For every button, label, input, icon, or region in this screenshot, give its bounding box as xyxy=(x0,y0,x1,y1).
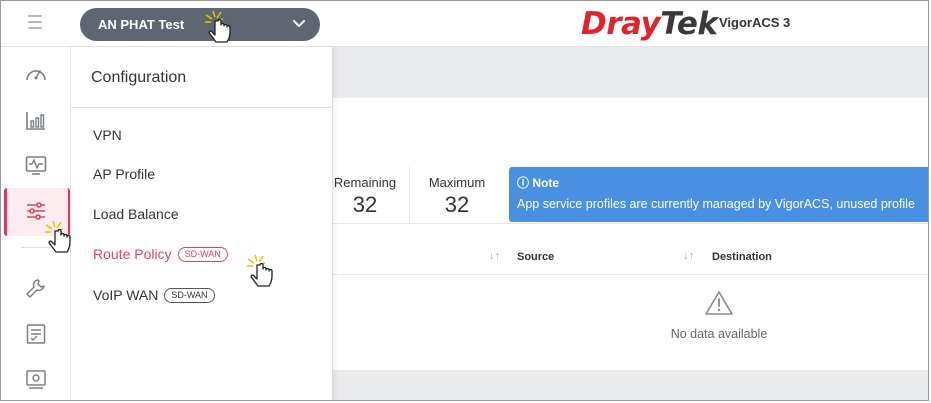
configuration-menu: Configuration VPN AP Profile Load Balanc… xyxy=(71,47,333,400)
hand-cursor-icon xyxy=(45,220,71,253)
menu-item-voip-wan[interactable]: VoIP WAN SD-WAN xyxy=(93,287,215,303)
site-select-label: AN PHAT Test xyxy=(98,17,185,32)
monitor-icon[interactable] xyxy=(24,153,48,177)
warning-icon xyxy=(705,291,733,315)
wrench-icon[interactable] xyxy=(24,277,48,301)
top-bar: AN PHAT Test DrayTek VigorACS 3 xyxy=(1,1,928,47)
stat-remaining: Remaining 32 xyxy=(333,167,397,218)
stat-maximum-value: 32 xyxy=(444,192,470,217)
table-header: ↓↑ Source ↓↑ Destination xyxy=(333,239,928,275)
checklist-icon[interactable] xyxy=(24,322,48,346)
stat-remaining-value: 32 xyxy=(352,192,378,217)
chevron-down-icon xyxy=(293,20,305,27)
menu-item-vpn[interactable]: VPN xyxy=(93,127,122,143)
settings-panel-icon[interactable] xyxy=(24,367,48,391)
dashboard-icon[interactable] xyxy=(24,63,48,87)
note-banner: ⓘ Note App service profiles are currentl… xyxy=(509,167,928,222)
sort-icon[interactable]: ↓↑ xyxy=(489,250,500,262)
stat-maximum: Maximum 32 xyxy=(419,167,495,218)
site-select-dropdown[interactable]: AN PHAT Test xyxy=(80,8,320,41)
main-content-card: Remaining 32 Maximum 32 ⓘ Note App servi… xyxy=(333,98,928,370)
note-text: App service profiles are currently manag… xyxy=(517,197,915,211)
hand-cursor-icon xyxy=(247,254,273,287)
draytek-logo: DrayTek xyxy=(581,6,718,42)
menu-item-load-balance[interactable]: Load Balance xyxy=(93,206,179,222)
hand-cursor-icon xyxy=(205,10,231,43)
sd-wan-badge: SD-WAN xyxy=(177,247,228,262)
column-destination[interactable]: Destination xyxy=(712,251,772,263)
bar-chart-icon[interactable] xyxy=(24,109,48,133)
stat-remaining-label: Remaining xyxy=(333,175,397,190)
menu-title: Configuration xyxy=(91,69,187,86)
stat-separator xyxy=(409,167,410,224)
menu-item-route-policy[interactable]: Route Policy SD-WAN xyxy=(93,246,228,262)
hamburger-menu-icon[interactable] xyxy=(28,15,42,29)
note-title: ⓘ Note xyxy=(517,176,560,190)
stat-maximum-label: Maximum xyxy=(428,175,486,190)
menu-item-ap-profile[interactable]: AP Profile xyxy=(93,166,155,182)
empty-state: No data available xyxy=(629,290,809,341)
sd-wan-badge: SD-WAN xyxy=(164,288,215,303)
sort-icon[interactable]: ↓↑ xyxy=(683,250,694,262)
menu-divider xyxy=(71,107,333,108)
empty-state-text: No data available xyxy=(670,327,768,341)
column-source[interactable]: Source xyxy=(517,251,554,263)
product-name: VigorACS 3 xyxy=(719,15,791,30)
app-window: AN PHAT Test DrayTek VigorACS 3 Remainin… xyxy=(0,0,929,401)
